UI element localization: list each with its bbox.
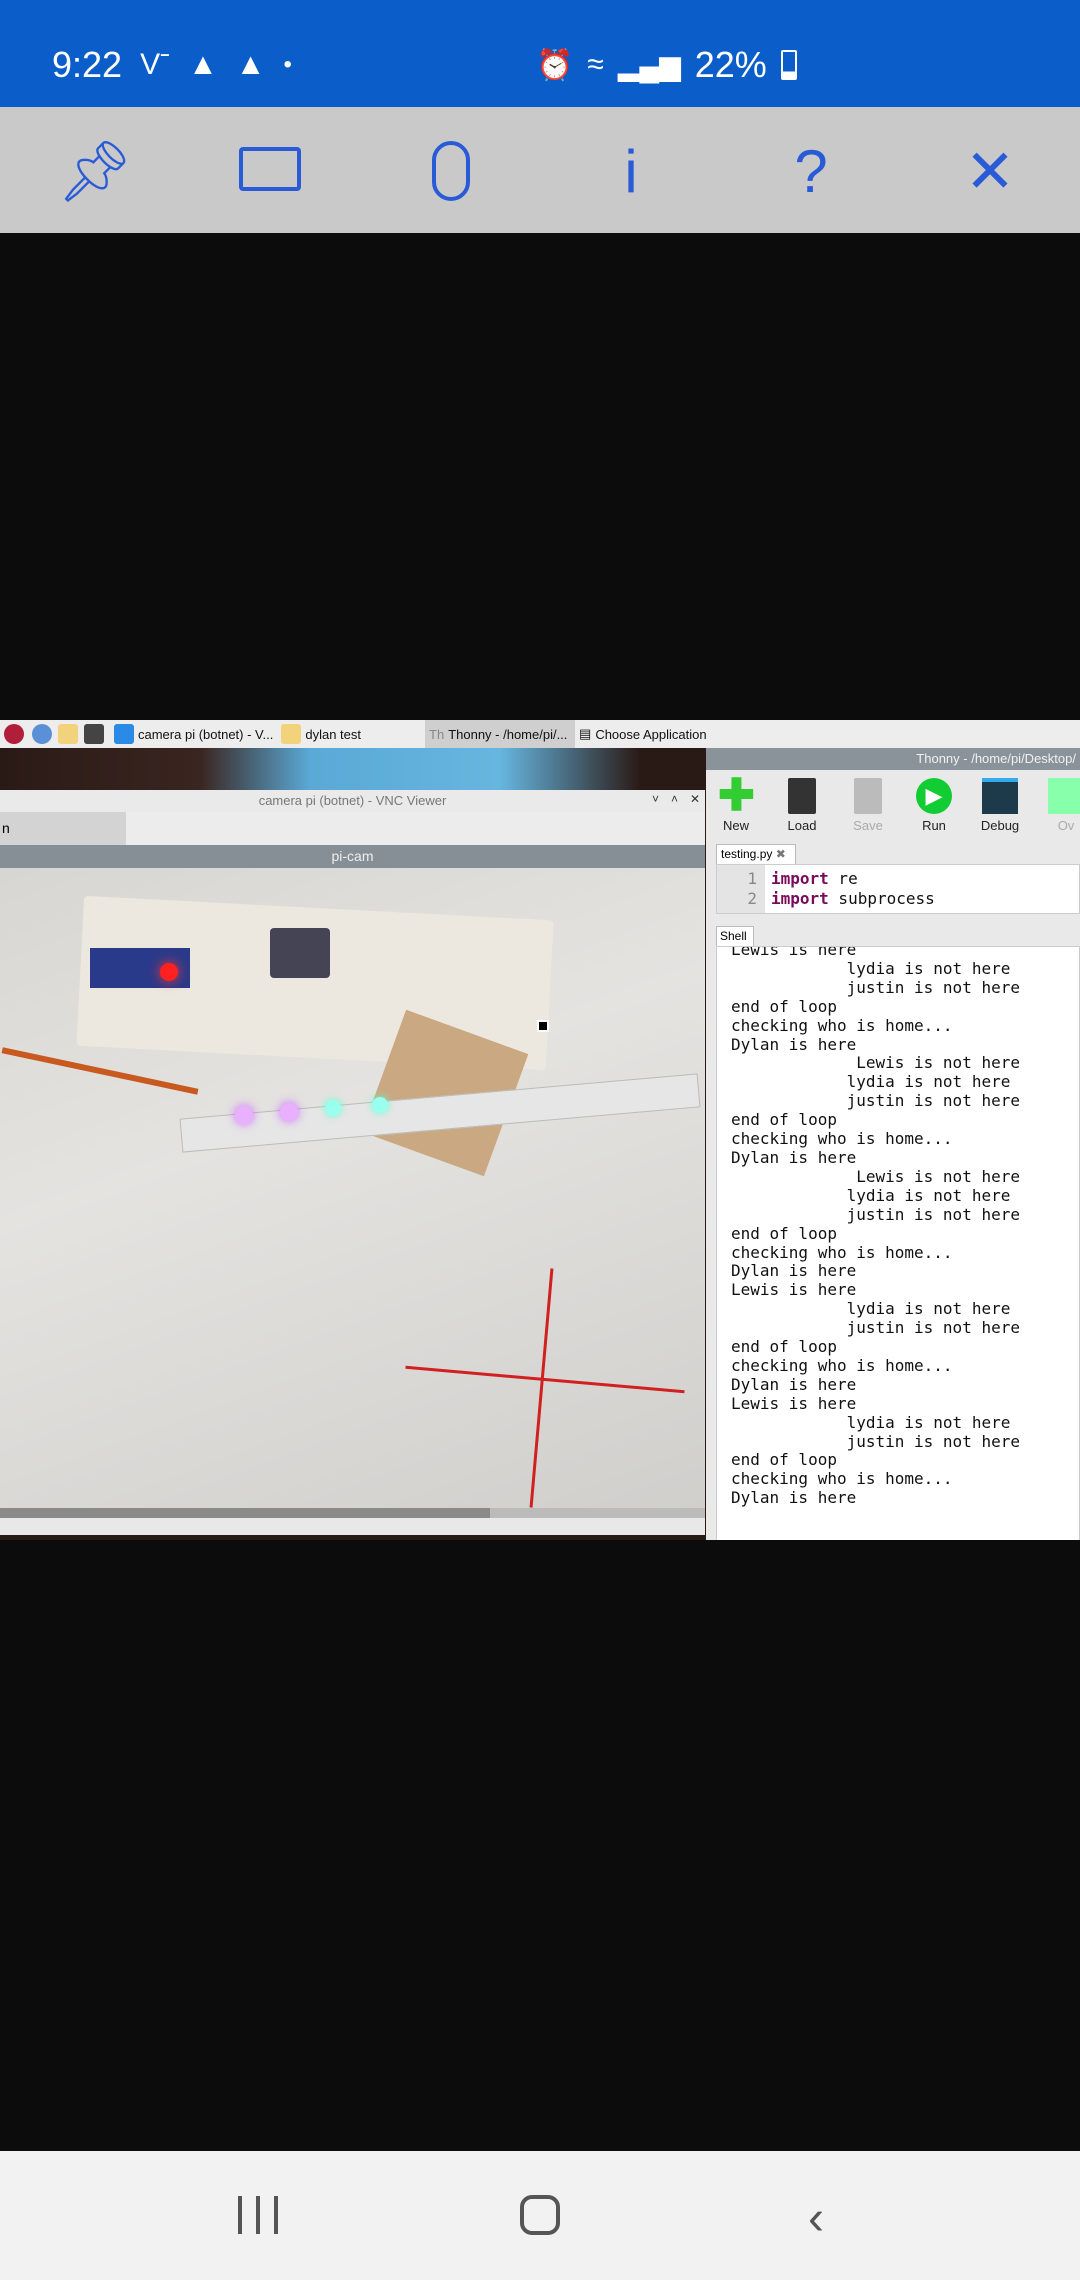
shell-line: Lewis is not here <box>731 1053 1020 1073</box>
debug-button[interactable]: Debug <box>970 778 1030 833</box>
raspberry-menu-icon[interactable] <box>4 724 24 744</box>
line-numbers: 12 <box>717 865 765 913</box>
minimize-icon[interactable]: ˅ <box>652 792 659 806</box>
shell-line: Lewis is here <box>731 946 857 959</box>
step-over-icon <box>1048 778 1080 814</box>
thonny-window: Thonny - /home/pi/Desktop/ ✚ New Load Sav… <box>706 748 1080 1540</box>
close-icon[interactable]: ✕ <box>690 792 700 806</box>
save-icon <box>854 778 882 814</box>
back-icon[interactable]: ‹ <box>808 2191 824 2246</box>
task-thonny[interactable]: Th Thonny - /home/pi/... <box>425 720 576 748</box>
shell-line: lydia is not here <box>731 1412 1011 1432</box>
vnc-tab[interactable]: n <box>0 812 126 845</box>
task-choose-app[interactable]: ▤ Choose Application <box>575 720 711 748</box>
debug-icon <box>982 778 1018 814</box>
shell-line: lydia is not here <box>731 1299 1011 1319</box>
signal-icon: ▂▄▆ <box>617 49 681 81</box>
terminal-icon[interactable] <box>84 724 104 744</box>
info-icon[interactable]: i <box>596 137 666 207</box>
pin-icon[interactable]: 📌︎ <box>57 137 133 207</box>
remote-desktop[interactable]: camera pi (botnet) - V... dylan test Th T… <box>0 720 1080 1540</box>
shell-line: checking who is home... <box>731 1015 953 1035</box>
step-over-button[interactable]: Ov <box>1036 778 1080 833</box>
battery-text: 22% <box>694 44 767 85</box>
horizontal-scrollbar[interactable] <box>0 1508 705 1518</box>
shell-line: Dylan is here <box>731 1034 857 1054</box>
shell-line: Dylan is here <box>731 1488 857 1508</box>
close-icon[interactable]: ✕ <box>955 137 1025 207</box>
pi-cam-title: pi-cam <box>0 845 705 868</box>
plus-icon: ✚ <box>718 771 755 820</box>
shell-line: checking who is home... <box>731 1469 953 1489</box>
shell-line: end of loop <box>731 996 837 1016</box>
cursor <box>537 1020 549 1032</box>
thonny-icon: Th <box>429 726 445 742</box>
shell-line: checking who is home... <box>731 1129 953 1149</box>
shell-line: checking who is home... <box>731 1242 953 1262</box>
vnc-toolbar: 📌︎ i ? ✕ <box>0 107 1080 233</box>
clock: 9:22 <box>52 44 123 85</box>
load-icon <box>788 778 816 814</box>
red-led <box>160 963 178 981</box>
run-button[interactable]: ▶ Run <box>904 778 964 833</box>
wifi-icon: ≈ <box>587 48 604 81</box>
wallpaper <box>0 748 705 790</box>
shell-line: justin is not here <box>731 1204 1020 1224</box>
window-icon: ▤ <box>579 726 592 741</box>
vnc-icon: Vˉ <box>140 48 171 81</box>
help-icon[interactable]: ? <box>776 137 846 207</box>
shell-line: justin is not here <box>731 1091 1020 1111</box>
recents-icon[interactable] <box>238 2196 278 2234</box>
task-folder[interactable]: dylan test <box>277 720 365 748</box>
new-button[interactable]: ✚ New <box>706 771 766 834</box>
shell-tab[interactable]: Shell <box>716 926 754 946</box>
battery-icon <box>780 50 797 80</box>
shell-line: end of loop <box>731 1450 837 1470</box>
dot-icon: • <box>283 51 292 78</box>
window-title: Thonny - /home/pi/Desktop/ <box>706 748 1080 770</box>
window-title: camera pi (botnet) - VNC Viewer <box>0 790 705 812</box>
task-vnc[interactable]: camera pi (botnet) - V... <box>110 720 277 748</box>
save-button[interactable]: Save <box>838 778 898 833</box>
shell-line: Lewis is here <box>731 1280 857 1300</box>
editor-tab[interactable]: testing.py ✖ <box>716 844 796 864</box>
home-icon[interactable] <box>520 2195 560 2235</box>
alarm-icon: ⏰ <box>536 48 574 82</box>
maximize-icon[interactable]: ˄ <box>671 792 678 806</box>
browser-icon[interactable] <box>32 724 52 744</box>
vnc-icon <box>114 724 134 744</box>
taskbar: camera pi (botnet) - V... dylan test Th T… <box>0 720 1080 748</box>
shell-line: Dylan is here <box>731 1147 857 1167</box>
camera-feed <box>0 868 705 1508</box>
folder-icon[interactable] <box>58 724 78 744</box>
keyboard-icon[interactable] <box>235 137 305 207</box>
shell-output[interactable]: Lewis is here lydia is not here justin i… <box>716 946 1080 1540</box>
close-tab-icon[interactable]: ✖ <box>776 847 786 861</box>
run-icon: ▶ <box>916 778 952 814</box>
drive-icon: ▲ <box>235 48 266 81</box>
status-bar: 9:22 Vˉ ▲ ▲ • ⏰ ≈ ▂▄▆ 22% <box>0 0 1080 107</box>
shell-line: end of loop <box>731 1337 837 1357</box>
shell-line: Dylan is here <box>731 1374 857 1394</box>
shell-line: end of loop <box>731 1223 837 1243</box>
mouse-icon[interactable] <box>416 137 486 207</box>
drive-icon: ▲ <box>188 48 218 81</box>
shell-line: checking who is home... <box>731 1355 953 1375</box>
shell-line: justin is not here <box>731 1431 1020 1451</box>
code-editor[interactable]: 12 import re import subprocess <box>716 864 1080 914</box>
vnc-viewer-window: camera pi (botnet) - VNC Viewer ˅ ˄ ✕ n pi… <box>0 790 705 1535</box>
shell-line: Lewis is not here <box>731 1166 1020 1186</box>
shell-line: lydia is not here <box>731 958 1011 978</box>
shell-line: end of loop <box>731 1110 837 1130</box>
shell-line: lydia is not here <box>731 1072 1011 1092</box>
shell-line: Lewis is here <box>731 1393 857 1413</box>
load-button[interactable]: Load <box>772 778 832 833</box>
shell-line: justin is not here <box>731 1318 1020 1338</box>
navigation-bar: ‹ <box>0 2151 1080 2280</box>
shell-line: justin is not here <box>731 977 1020 997</box>
shell-line: lydia is not here <box>731 1185 1011 1205</box>
folder-icon <box>281 724 302 744</box>
shell-line: Dylan is here <box>731 1261 857 1281</box>
